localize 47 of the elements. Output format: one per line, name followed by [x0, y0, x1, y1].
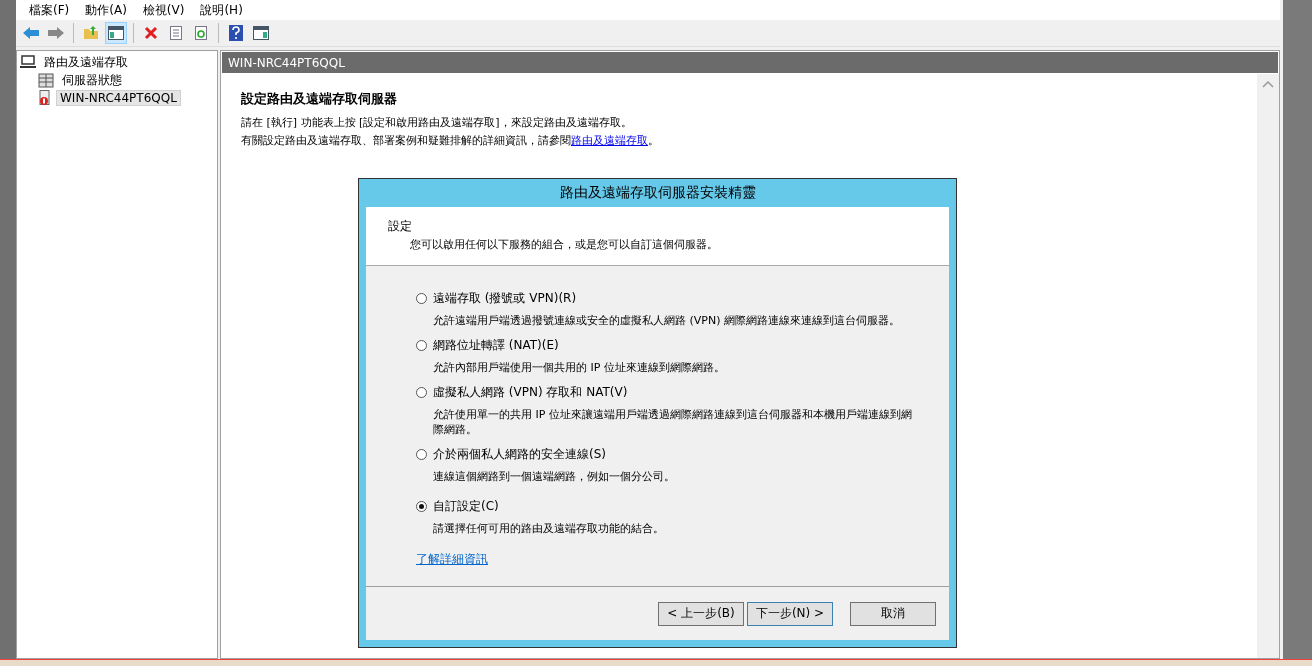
option-label[interactable]: 自訂設定(C) [433, 498, 499, 515]
refresh-icon [194, 26, 208, 40]
dialog-button[interactable]: 取消 [850, 601, 936, 626]
radio-button[interactable] [416, 387, 427, 398]
instruction-text: 請在 [執行] 功能表上按 [設定和啟用路由及遠端存取]，來設定路由及遠端存取。 [241, 115, 633, 131]
option-label[interactable]: 虛擬私人網路 (VPN) 存取和 NAT(V) [433, 384, 628, 401]
option-label[interactable]: 網路位址轉譯 (NAT)(E) [433, 337, 559, 354]
section-title: 設定 [388, 218, 413, 235]
menu-item[interactable]: 檔案(F) [22, 1, 77, 19]
option-description: 允許內部用戶端使用一個共用的 IP 位址來連線到網際網路。 [432, 360, 726, 375]
option-label[interactable]: 遠端存取 (撥號或 VPN)(R) [433, 290, 577, 307]
tree-item[interactable]: WIN-NRC44PT6QQL [56, 90, 181, 106]
option-description: 允許使用單一的共用 IP 位址來讓遠端用戶端透過網際網路連線到這台伺服器和本機用戶端連線到網際網路。 [432, 407, 913, 437]
server-icon [38, 90, 52, 106]
section-subtitle: 您可以啟用任何以下服務的組合，或是您可以自訂這個伺服器。 [409, 237, 719, 252]
action-pane-icon [253, 26, 269, 40]
radio-button[interactable] [416, 340, 427, 351]
page-heading: 設定路由及遠端存取伺服器 [241, 90, 398, 108]
tree-item[interactable]: 路由及遠端存取 [40, 52, 132, 72]
radio-button[interactable] [416, 449, 427, 460]
learn-more-link[interactable]: 了解詳細資訊 [416, 551, 488, 568]
help-icon [229, 25, 243, 41]
server-stack-icon [38, 72, 54, 88]
wizard-title: 路由及遠端存取伺服器安裝精靈 [558, 183, 757, 202]
help-link[interactable]: 路由及遠端存取 [571, 134, 648, 147]
option-description: 請選擇任何可用的路由及遠端存取功能的結合。 [432, 521, 665, 536]
forward-arrow-icon [47, 26, 65, 40]
toolbar-button[interactable] [105, 22, 127, 44]
delete-icon [144, 26, 158, 40]
option-description: 連線這個網路到一個遠端網路，例如一個分公司。 [432, 469, 676, 484]
option-description: 允許遠端用戶端透過撥號連線或安全的虛擬私人網路 (VPN) 網際網路連線來連線到這台伺服器。 [432, 313, 901, 328]
menu-item[interactable]: 檢視(V) [135, 1, 192, 19]
radio-button[interactable] [416, 501, 427, 512]
computer-icon [20, 55, 36, 69]
tree-item[interactable]: 伺服器狀態 [58, 70, 126, 90]
console-tree-icon [108, 26, 124, 40]
back-arrow-icon [22, 26, 40, 40]
dialog-button[interactable]: 下一步(N) > [747, 601, 833, 626]
folder-up-icon [83, 26, 99, 40]
info-text: 有關設定路由及遠端存取、部署案例和疑難排解的詳細資訊，請參閱路由及遠端存取。 [241, 133, 660, 149]
menu-item[interactable]: 說明(H) [193, 1, 250, 19]
radio-button[interactable] [416, 293, 427, 304]
option-label[interactable]: 介於兩個私人網路的安全連線(S) [433, 446, 606, 463]
properties-icon [169, 26, 183, 40]
pane-header: WIN-NRC44PT6QQL [221, 51, 1279, 74]
dialog-button[interactable]: < 上一步(B) [658, 601, 744, 626]
menu-item[interactable]: 動作(A) [78, 1, 134, 19]
